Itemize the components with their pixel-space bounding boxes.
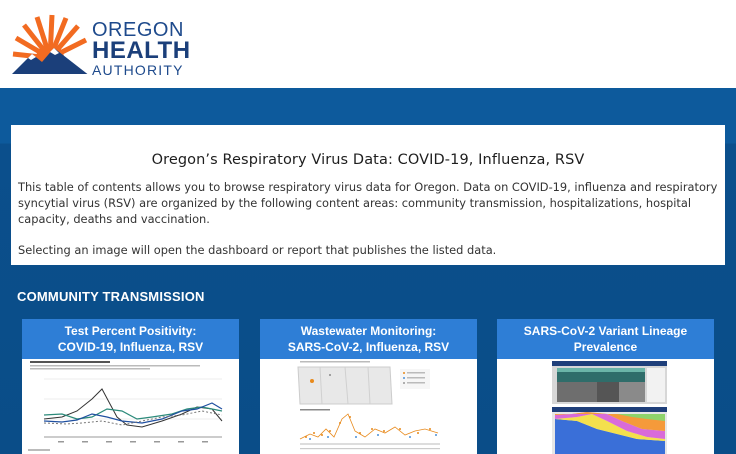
page-title: Oregon’s Respiratory Virus Data: COVID-1… (151, 152, 585, 168)
card-caption: SARS-CoV-2 Variant Lineage Prevalence (497, 319, 714, 359)
intro-panel: Oregon’s Respiratory Virus Data: COVID-1… (11, 125, 725, 265)
site-header: OREGON HEALTH AUTHORITY (0, 0, 736, 88)
card-caption-line2: SARS-CoV-2, Influenza, RSV (287, 340, 450, 354)
section-heading: COMMUNITY TRANSMISSION (17, 289, 205, 304)
card-wastewater-monitoring[interactable]: Wastewater Monitoring: SARS-CoV-2, Influ… (260, 319, 477, 454)
card-caption-line1: Test Percent Positivity: (64, 324, 197, 338)
map-and-scatter-thumbnail[interactable] (260, 359, 477, 454)
card-variant-lineage[interactable]: SARS-CoV-2 Variant Lineage Prevalence (497, 319, 714, 454)
card-caption: Wastewater Monitoring: SARS-CoV-2, Influ… (260, 319, 477, 359)
card-test-percent-positivity[interactable]: Test Percent Positivity: COVID-19, Influ… (22, 319, 239, 454)
oha-logo-text[interactable]: OREGON HEALTH AUTHORITY (92, 20, 191, 78)
oha-logo-icon[interactable] (10, 14, 90, 80)
card-caption-line1: Wastewater Monitoring: (300, 324, 437, 338)
card-caption-line1: SARS-CoV-2 Variant Lineage (523, 324, 688, 338)
card-caption-line2: COVID-19, Influenza, RSV (57, 340, 204, 354)
logo-line-authority: AUTHORITY (92, 62, 184, 78)
card-caption-line2: Prevalence (573, 340, 638, 354)
intro-paragraph: This table of contents allows you to bro… (18, 180, 718, 226)
line-chart-thumbnail[interactable] (22, 359, 239, 454)
card-caption: Test Percent Positivity: COVID-19, Influ… (22, 319, 239, 359)
intro-instruction: Selecting an image will open the dashboa… (18, 243, 497, 257)
stacked-area-thumbnail[interactable] (497, 359, 714, 454)
logo-line-health: HEALTH (92, 37, 191, 64)
